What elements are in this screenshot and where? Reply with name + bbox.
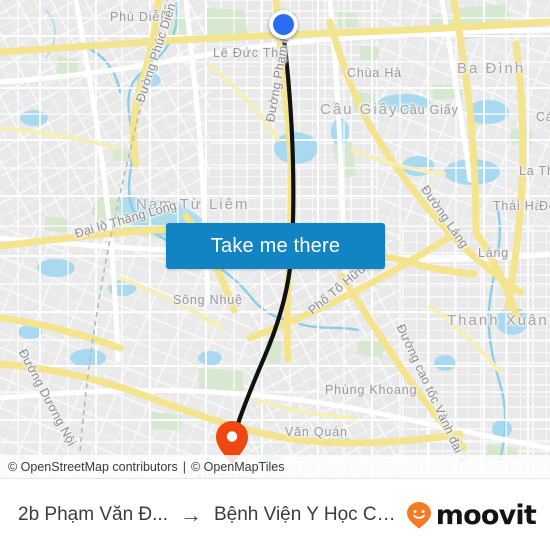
arrow-right-icon: →	[179, 502, 202, 527]
route-summary[interactable]: 2b Phạm Văn Đ... → Bệnh Viện Y Học Cổ Tr…	[0, 504, 404, 526]
moovit-logo[interactable]: moovit	[404, 500, 550, 530]
route-origin-label: 2b Phạm Văn Đ...	[18, 504, 168, 525]
attribution-separator: |	[182, 459, 186, 474]
moovit-wordmark: moovit	[435, 499, 537, 531]
moovit-pin-icon	[406, 502, 431, 529]
attribution-osm[interactable]: © OpenStreetMap contributors	[8, 460, 178, 474]
moovit-route-screen: Phú Diễn Lê Đức Thọ Chùa Hà Ba Đình Cầu Giấy…	[0, 0, 550, 550]
route-destination-label: Bệnh Viện Y Học Cổ Truyền Hà ...	[213, 504, 404, 525]
bottom-bar: 2b Phạm Văn Đ... → Bệnh Viện Y Học Cổ Tr…	[0, 478, 550, 550]
map-attribution: © OpenStreetMap contributors | © OpenMap…	[0, 455, 550, 478]
origin-marker[interactable]	[269, 10, 298, 39]
attribution-tiles[interactable]: © OpenMapTiles	[191, 460, 285, 474]
take-me-there-button[interactable]: Take me there	[166, 223, 385, 269]
map-canvas[interactable]: Phú Diễn Lê Đức Thọ Chùa Hà Ba Đình Cầu Giấy…	[0, 0, 550, 478]
